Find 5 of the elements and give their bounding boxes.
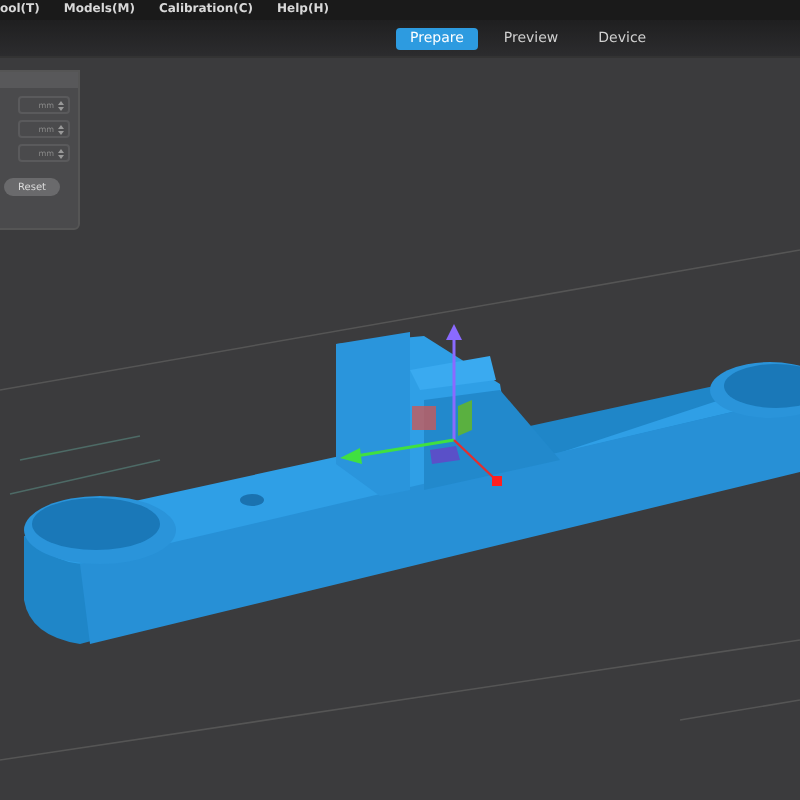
spin-arrows-icon[interactable] bbox=[58, 123, 64, 135]
spin-arrows-icon[interactable] bbox=[58, 99, 64, 111]
spin-arrows-icon[interactable] bbox=[58, 147, 64, 159]
move-gizmo-drawing[interactable] bbox=[340, 324, 502, 486]
bounding-box-line bbox=[19, 435, 141, 461]
